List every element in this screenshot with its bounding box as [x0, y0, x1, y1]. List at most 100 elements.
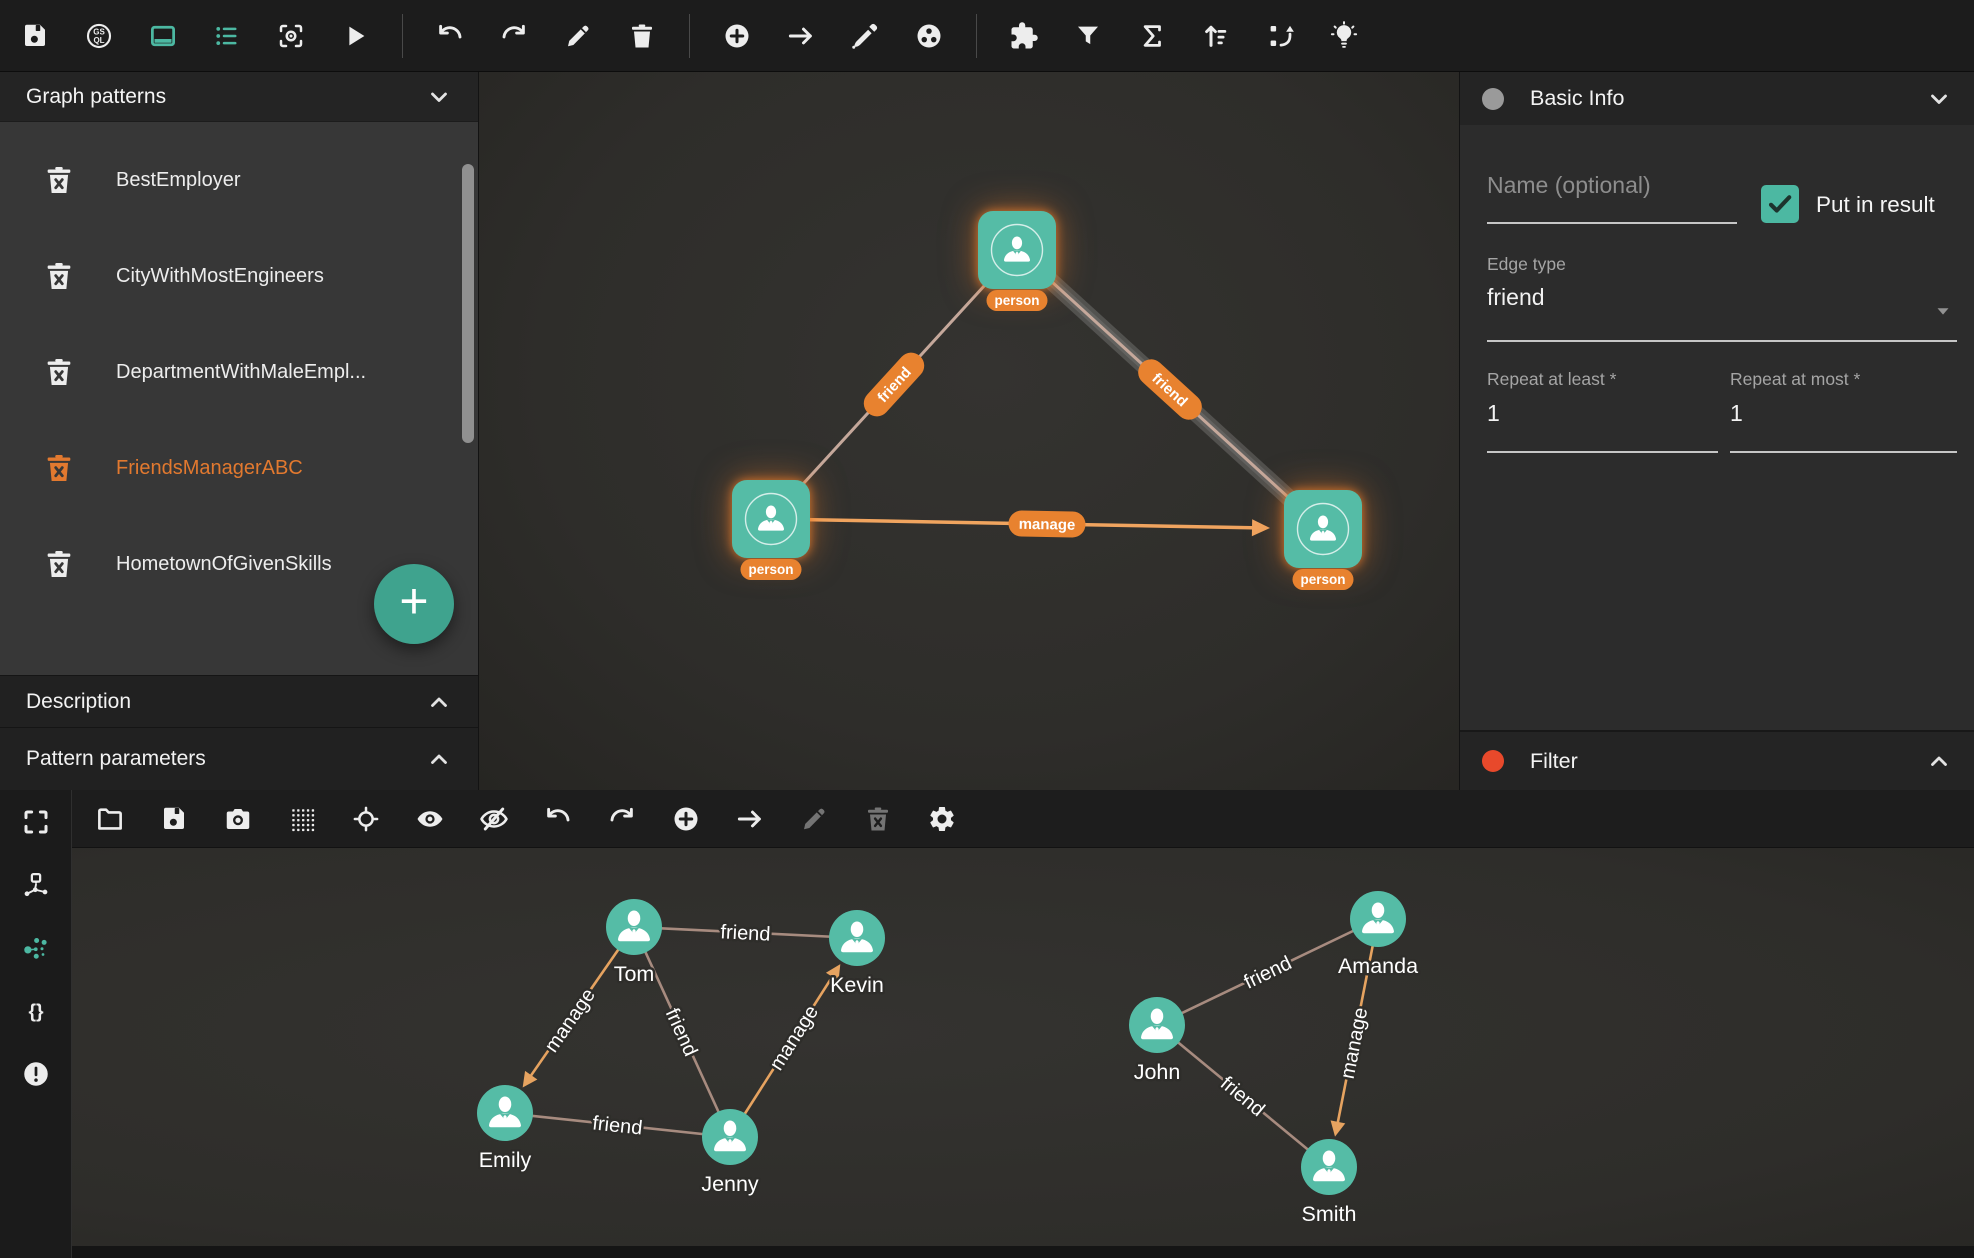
- delete-pattern-icon[interactable]: [42, 259, 76, 293]
- put-in-result-checkbox[interactable]: [1761, 185, 1799, 223]
- window-icon[interactable]: [131, 12, 195, 60]
- trash-x-icon[interactable]: [846, 794, 910, 844]
- folder-icon[interactable]: [78, 794, 142, 844]
- repeat-at-most-input[interactable]: [1730, 400, 1950, 427]
- list-scrollbar[interactable]: [462, 164, 474, 443]
- pattern-canvas[interactable]: personpersonpersonfriendfriendmanage: [478, 72, 1460, 790]
- data-node[interactable]: [1350, 891, 1406, 947]
- pattern-edge-label[interactable]: friend: [1133, 354, 1207, 425]
- basic-info-bullet-icon: [1482, 88, 1504, 110]
- chevron-down-icon: [426, 84, 452, 110]
- svg-text:friend: friend: [1241, 952, 1296, 993]
- data-edge-label: friend: [591, 1112, 643, 1139]
- delete-pattern-icon[interactable]: [42, 163, 76, 197]
- delete-pattern-icon[interactable]: [42, 355, 76, 389]
- data-node[interactable]: [1129, 997, 1185, 1053]
- chevron-up-icon: [426, 689, 452, 715]
- crosshair-icon[interactable]: [334, 794, 398, 844]
- eye-off-icon[interactable]: [462, 794, 526, 844]
- eye-icon[interactable]: [398, 794, 462, 844]
- data-node[interactable]: [829, 910, 885, 966]
- repeat-at-least-underline: [1487, 451, 1718, 453]
- trash-icon[interactable]: [610, 12, 674, 60]
- data-node-name: Tom: [614, 962, 655, 986]
- pattern-node[interactable]: [978, 211, 1056, 289]
- canvas-side-strip: {}: [0, 790, 72, 1258]
- plus-circle-icon[interactable]: [705, 12, 769, 60]
- pattern-edge-label[interactable]: manage: [1008, 510, 1085, 537]
- bulb-icon[interactable]: [1312, 12, 1376, 60]
- pattern-name-label: HometownOfGivenSkills: [116, 553, 332, 576]
- name-input[interactable]: [1487, 172, 1737, 199]
- data-edge-label: manage: [541, 985, 600, 1057]
- pattern-name-label: DepartmentWithMaleEmpl...: [116, 361, 366, 384]
- name-underline: [1487, 222, 1737, 224]
- data-canvas[interactable]: friend manage friend friend manage friend frie…: [72, 848, 1974, 1258]
- list-icon[interactable]: [195, 12, 259, 60]
- save-icon[interactable]: [142, 794, 206, 844]
- ngql-logo-icon[interactable]: GSQL: [67, 12, 131, 60]
- palette-icon[interactable]: [897, 12, 961, 60]
- bottom-edge-bar: [72, 1246, 1974, 1258]
- svg-text:friend: friend: [661, 1005, 702, 1060]
- reorder-icon[interactable]: [1248, 12, 1312, 60]
- delete-pattern-icon[interactable]: [42, 451, 76, 485]
- sort-asc-icon[interactable]: [1184, 12, 1248, 60]
- add-pattern-button[interactable]: +: [374, 564, 454, 644]
- repeat-at-least-input[interactable]: [1487, 400, 1707, 427]
- puzzle-icon[interactable]: [992, 12, 1056, 60]
- arrow-right-icon[interactable]: [718, 794, 782, 844]
- pattern-parameters-section-header[interactable]: Pattern parameters: [0, 727, 478, 790]
- data-node[interactable]: [606, 899, 662, 955]
- description-section-header[interactable]: Description: [0, 675, 478, 727]
- pattern-node[interactable]: [732, 480, 810, 558]
- svg-text:person: person: [748, 562, 793, 577]
- svg-text:friend: friend: [720, 921, 771, 945]
- undo-icon[interactable]: [418, 12, 482, 60]
- delete-pattern-icon[interactable]: [42, 547, 76, 581]
- camera-icon[interactable]: [206, 794, 270, 844]
- grid-icon[interactable]: [270, 794, 334, 844]
- graph-patterns-header[interactable]: Graph patterns: [0, 72, 478, 122]
- undo-icon[interactable]: [526, 794, 590, 844]
- caret-down-icon: [1932, 300, 1954, 322]
- braces-icon[interactable]: {}: [1, 979, 71, 1042]
- pattern-list-item[interactable]: CityWithMostEngineers: [0, 228, 478, 324]
- pattern-list-item[interactable]: DepartmentWithMaleEmpl...: [0, 324, 478, 420]
- toolbar-divider: [402, 14, 403, 58]
- svg-text:friend: friend: [1216, 1072, 1269, 1121]
- data-node[interactable]: [1301, 1139, 1357, 1195]
- edge-type-select[interactable]: [1487, 282, 1957, 342]
- pattern-list-item[interactable]: FriendsManagerABC: [0, 420, 478, 516]
- save-icon[interactable]: [3, 12, 67, 60]
- arrow-right-icon[interactable]: [769, 12, 833, 60]
- filter-header[interactable]: Filter: [1460, 730, 1974, 790]
- sigma-icon[interactable]: [1120, 12, 1184, 60]
- play-icon[interactable]: [323, 12, 387, 60]
- eyedropper-icon[interactable]: [833, 12, 897, 60]
- scan-eye-icon[interactable]: [259, 12, 323, 60]
- repeat-at-least-label: Repeat at least *: [1487, 369, 1616, 390]
- pencil-icon[interactable]: [782, 794, 846, 844]
- redo-icon[interactable]: [590, 794, 654, 844]
- data-node[interactable]: [477, 1085, 533, 1141]
- data-node[interactable]: [702, 1109, 758, 1165]
- hierarchy-icon[interactable]: [1, 853, 71, 916]
- fullscreen-icon[interactable]: [1, 790, 71, 853]
- pencil-icon[interactable]: [546, 12, 610, 60]
- data-edge-label: friend: [1241, 952, 1296, 993]
- data-edge-label: manage: [766, 1002, 823, 1075]
- pattern-list-item[interactable]: BestEmployer: [0, 132, 478, 228]
- pattern-edge-label[interactable]: friend: [858, 347, 929, 421]
- chevron-down-icon: [1926, 86, 1952, 112]
- redo-icon[interactable]: [482, 12, 546, 60]
- basic-info-header[interactable]: Basic Info: [1460, 72, 1974, 125]
- alert-icon[interactable]: [1, 1042, 71, 1105]
- pattern-node[interactable]: [1284, 490, 1362, 568]
- plus-circle-icon[interactable]: [654, 794, 718, 844]
- svg-text:manage: manage: [1337, 1006, 1373, 1081]
- gear-icon[interactable]: [910, 794, 974, 844]
- filter-icon[interactable]: [1056, 12, 1120, 60]
- data-edge-label: friend: [720, 921, 771, 945]
- scatter-icon[interactable]: [1, 916, 71, 979]
